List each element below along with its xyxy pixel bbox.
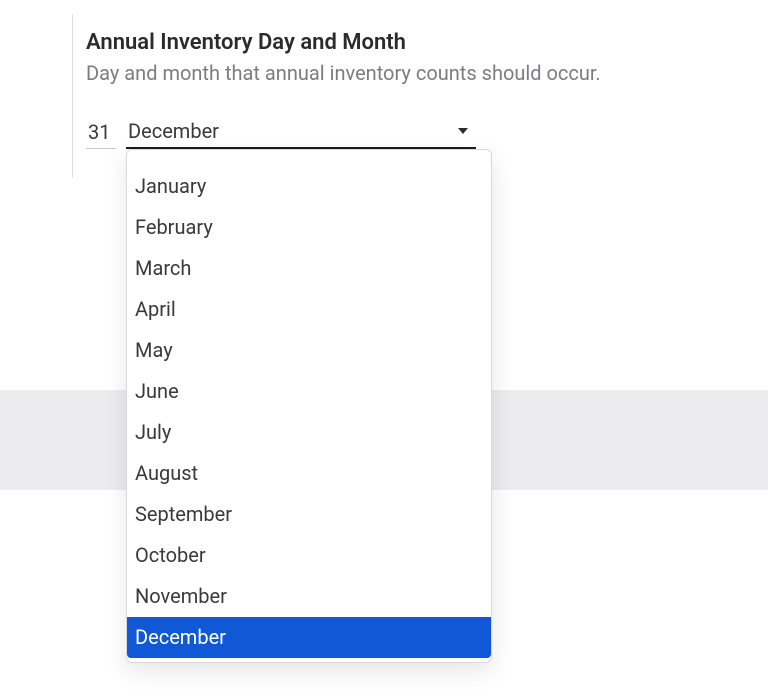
- day-input[interactable]: 31: [86, 116, 116, 149]
- month-option-may[interactable]: May: [127, 330, 491, 371]
- month-select[interactable]: December JanuaryFebruaryMarchAprilMayJun…: [126, 115, 476, 149]
- chevron-down-icon: [458, 128, 468, 134]
- month-select-value: December: [128, 119, 219, 143]
- month-dropdown[interactable]: JanuaryFebruaryMarchAprilMayJuneJulyAugu…: [126, 149, 492, 663]
- month-option-july[interactable]: July: [127, 412, 491, 453]
- section-description: Day and month that annual inventory coun…: [86, 61, 680, 85]
- month-option-june[interactable]: June: [127, 371, 491, 412]
- month-option-november[interactable]: November: [127, 576, 491, 617]
- month-option-january[interactable]: January: [127, 166, 491, 207]
- month-option-december[interactable]: December: [127, 617, 491, 658]
- day-month-fields: 31 December JanuaryFebruaryMarchAprilMay…: [86, 115, 680, 149]
- inventory-schedule-section: Annual Inventory Day and Month Day and m…: [0, 0, 680, 149]
- month-option-august[interactable]: August: [127, 453, 491, 494]
- month-option-september[interactable]: September: [127, 494, 491, 535]
- month-option-april[interactable]: April: [127, 289, 491, 330]
- month-option-march[interactable]: March: [127, 248, 491, 289]
- section-title: Annual Inventory Day and Month: [86, 30, 680, 55]
- month-option-october[interactable]: October: [127, 535, 491, 576]
- month-option-february[interactable]: February: [127, 207, 491, 248]
